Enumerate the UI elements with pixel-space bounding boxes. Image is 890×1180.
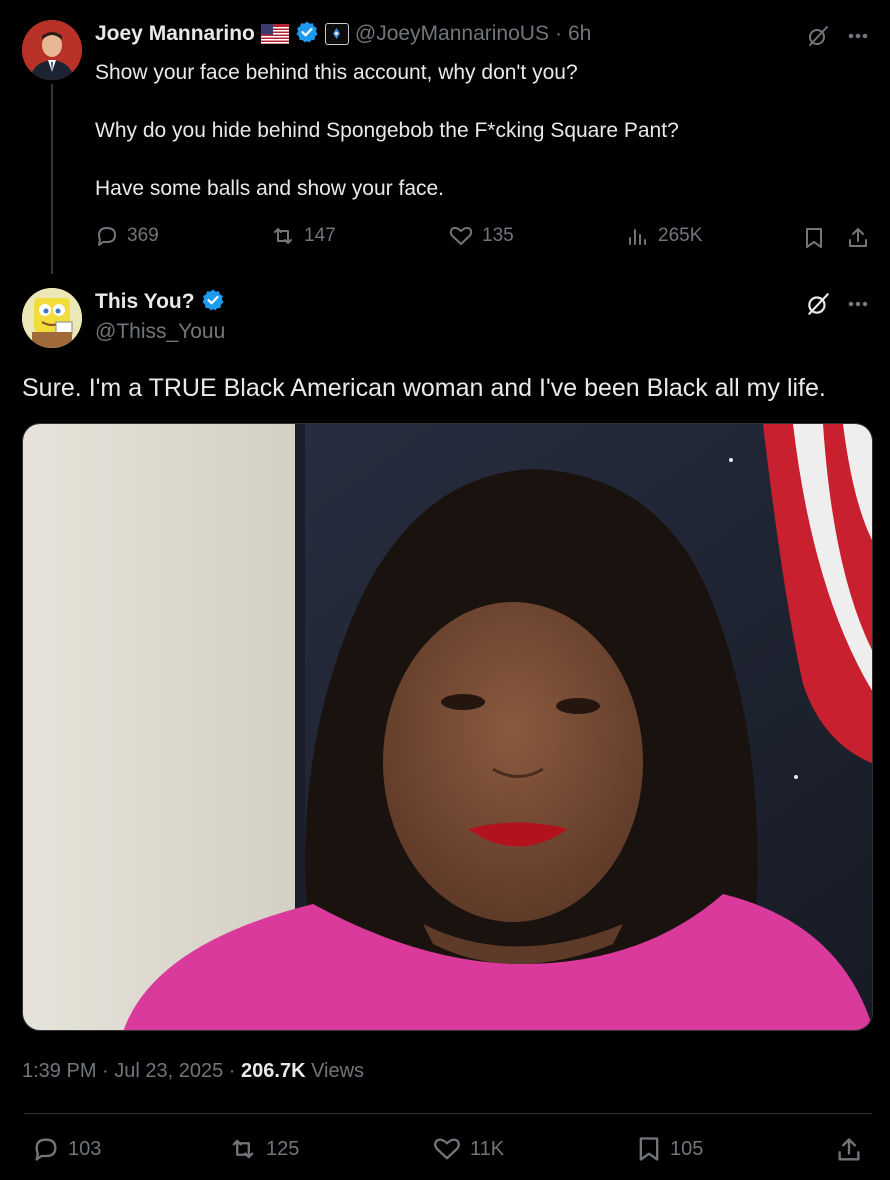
author-handle[interactable]: @JoeyMannarinoUS [355, 22, 549, 46]
verified-badge-icon[interactable] [201, 288, 225, 317]
more-icon[interactable] [844, 290, 872, 318]
main-reply-button[interactable]: 103 [32, 1135, 101, 1163]
reply-count: 103 [68, 1137, 102, 1160]
parent-tweet-line-3: Have some balls and show your face. [95, 177, 445, 200]
parent-repost-button[interactable]: 147 [270, 224, 336, 248]
grok-icon[interactable] [804, 22, 832, 50]
time-separator: · [554, 22, 562, 45]
author-name[interactable]: Joey Mannarino [95, 22, 255, 46]
main-tweet-header: This You? [95, 288, 225, 316]
parent-views-button[interactable]: 265K [626, 224, 702, 248]
like-icon [449, 226, 473, 245]
like-count: 11K [470, 1137, 505, 1160]
tweet-timestamp[interactable]: 1:39 PM · Jul 23, 2025 · [22, 1060, 241, 1082]
parent-share-button[interactable] [844, 224, 872, 252]
reply-icon [35, 1138, 57, 1161]
parent-tweet-line-2: Why do you hide behind Spongebob the F*c… [95, 119, 679, 142]
main-bookmark-button[interactable]: 105 [636, 1135, 703, 1163]
author-handle[interactable]: @Thiss_Youu [95, 320, 225, 344]
thread-connector-line [51, 84, 53, 274]
tweet-photo[interactable] [22, 423, 873, 1031]
repost-icon [232, 1139, 254, 1159]
views-label: Views [305, 1060, 365, 1082]
avatar-this-you[interactable] [22, 288, 82, 348]
main-repost-button[interactable]: 125 [228, 1135, 299, 1163]
more-icon[interactable] [844, 22, 872, 50]
repost-count: 125 [266, 1137, 300, 1160]
main-like-button[interactable]: 11K [432, 1135, 504, 1163]
reply-count: 369 [127, 225, 159, 246]
bookmark-icon [806, 228, 822, 248]
author-name[interactable]: This You? [95, 290, 195, 314]
bookmark-icon [639, 1137, 659, 1161]
tweet-meta: 1:39 PM · Jul 23, 2025 · 206.7K Views [22, 1060, 364, 1083]
share-icon [849, 228, 867, 247]
avatar-joey[interactable] [22, 20, 82, 80]
grok-icon[interactable] [804, 290, 832, 318]
verified-badge-icon[interactable] [295, 20, 319, 49]
repost-count: 147 [304, 225, 336, 246]
main-share-button[interactable] [834, 1135, 864, 1165]
tweet-time[interactable]: 6h [568, 22, 591, 46]
like-count: 135 [482, 225, 514, 246]
parent-bookmark-button[interactable] [800, 224, 828, 252]
parent-like-button[interactable]: 135 [448, 224, 514, 248]
view-count: 206.7K [241, 1060, 306, 1082]
views-icon [629, 229, 646, 245]
share-icon [838, 1138, 860, 1161]
parent-tweet-line-1: Show your face behind this account, why … [95, 61, 578, 84]
affiliate-badge-icon[interactable] [324, 23, 349, 45]
bookmark-count: 105 [670, 1137, 704, 1160]
divider [24, 1113, 872, 1114]
parent-tweet-header: Joey Mannarino @JoeyMannarinoUS · 6h [95, 20, 591, 48]
flag-emoji [260, 24, 289, 44]
like-icon [434, 1138, 460, 1160]
views-count: 265K [658, 225, 703, 246]
repost-icon [274, 228, 292, 244]
reply-icon [98, 227, 116, 246]
main-tweet-text: Sure. I'm a TRUE Black American woman an… [22, 374, 826, 402]
parent-reply-button[interactable]: 369 [95, 224, 159, 248]
